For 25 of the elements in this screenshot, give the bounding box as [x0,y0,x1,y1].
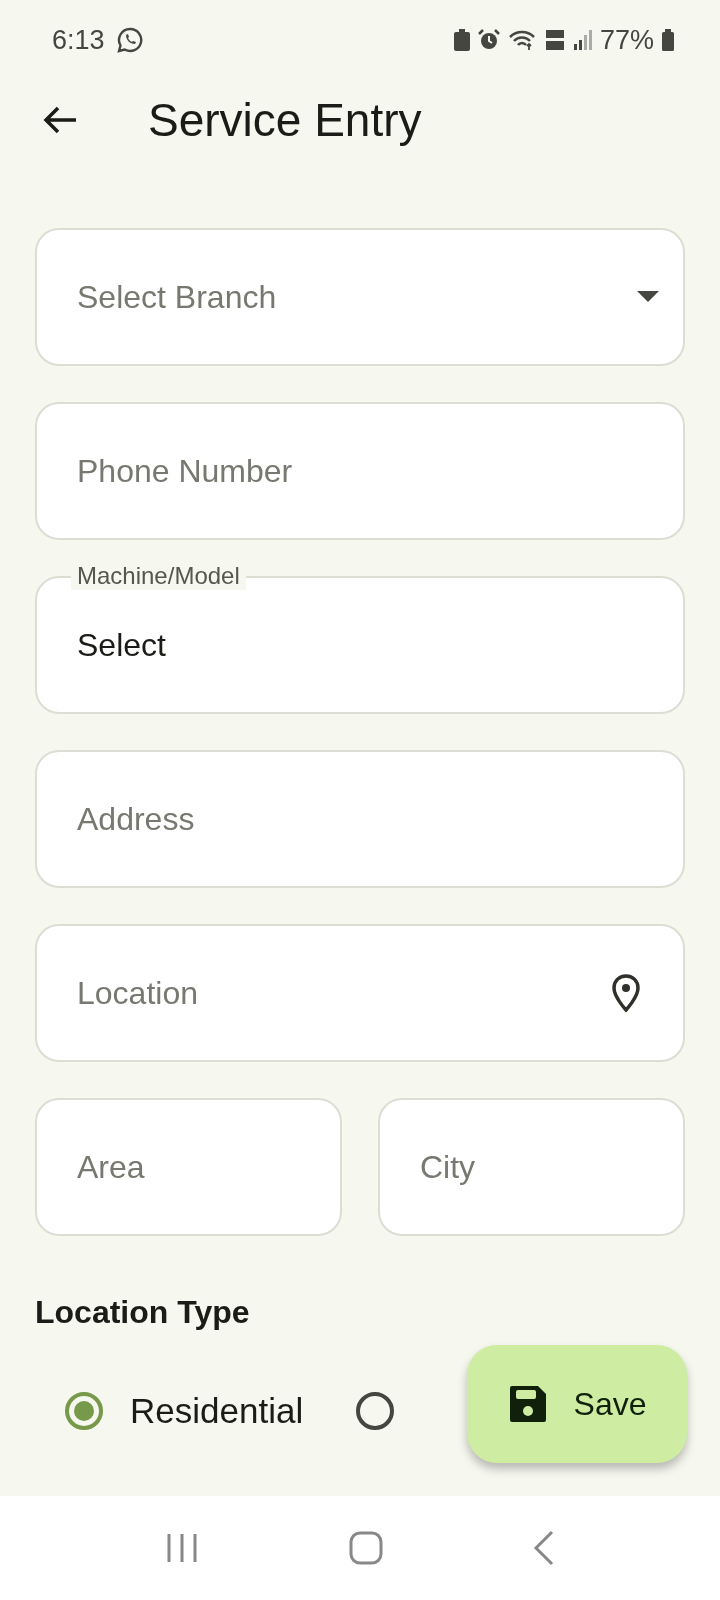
location-field[interactable]: Location [35,924,685,1062]
radio-button[interactable] [64,1391,104,1431]
wifi-icon [507,29,536,51]
recent-apps-button[interactable] [165,1532,199,1564]
text-field[interactable]: Phone Number [35,402,685,540]
section-heading: Location Type [35,1294,251,1331]
text-field[interactable]: City [378,1098,685,1236]
status-time: 6:13 [52,24,105,56]
chat-app-icon [116,27,143,53]
battery-icon [662,29,674,51]
save-button[interactable]: Save [467,1345,687,1463]
branch-dropdown[interactable]: Select Branch [35,228,685,366]
alarm-icon [477,29,500,51]
battery-percent: 77% [599,24,654,56]
location-pin-icon[interactable] [611,973,641,1013]
home-button[interactable] [349,1531,383,1565]
text-field[interactable]: Area [35,1098,342,1236]
back-nav-button[interactable] [533,1530,555,1566]
text-field[interactable]: Address [35,750,685,888]
page-title: Service Entry [148,93,422,147]
radio-label: Residential [130,1391,304,1431]
radio-button[interactable] [355,1391,396,1431]
signal-icon [573,30,592,50]
battery-saver-icon [453,29,470,51]
dropdown-caret-icon [637,291,659,303]
